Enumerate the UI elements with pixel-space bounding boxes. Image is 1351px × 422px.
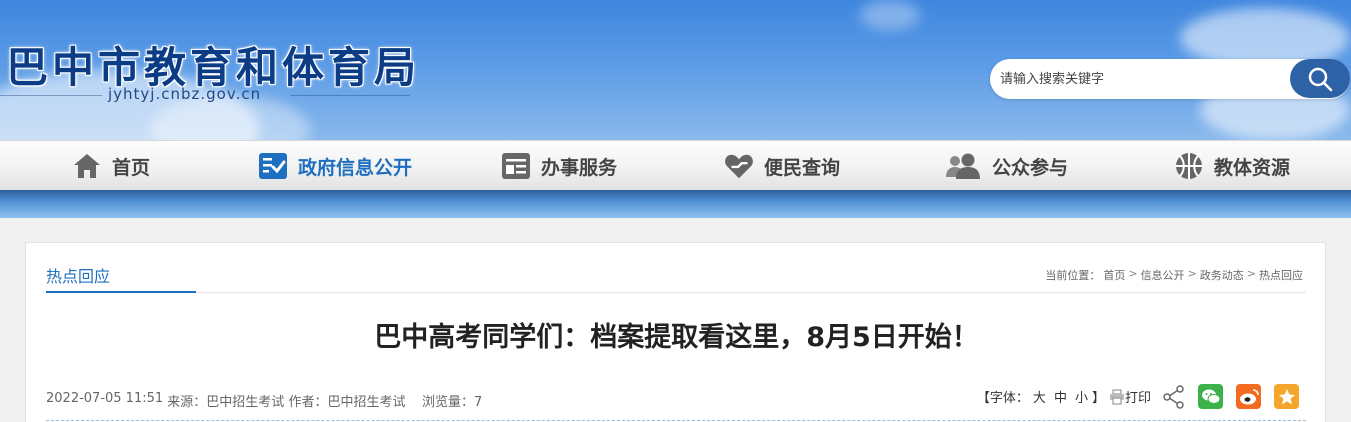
- weibo-share-button[interactable]: [1236, 384, 1261, 409]
- share-icon: [1163, 384, 1184, 409]
- font-size-label: 【字体：: [976, 391, 1029, 406]
- wechat-icon: [1201, 389, 1220, 404]
- article-title: 巴中高考同学们：档案提取看这里，8月5日开始！: [374, 322, 979, 353]
- nav-label: 办事服务: [541, 156, 618, 179]
- nav-item-gov-info[interactable]: 政府信息公开: [258, 141, 412, 191]
- article-source: 来源：巴中招生考试: [167, 395, 285, 410]
- breadcrumb-separator: >: [1128, 267, 1138, 280]
- font-size-close: 】: [1091, 391, 1105, 406]
- section-title[interactable]: 热点回应: [46, 263, 110, 287]
- nav-label: 教体资源: [1214, 156, 1291, 179]
- font-size-small[interactable]: 小: [1071, 387, 1092, 406]
- breadcrumb-prefix: 当前位置：: [1045, 269, 1101, 282]
- print-button[interactable]: 打印: [1109, 387, 1151, 406]
- breadcrumb-item[interactable]: 热点回应: [1259, 267, 1303, 283]
- checklist-icon: [258, 151, 288, 181]
- nav-item-home[interactable]: 首页: [72, 141, 150, 191]
- heart-hand-icon: [724, 151, 754, 181]
- nav-decoration-strip: [0, 190, 1351, 218]
- favorite-button[interactable]: [1274, 384, 1299, 409]
- nav-item-participation[interactable]: 公众参与: [946, 141, 1068, 191]
- article-panel: 热点回应 当前位置： 首页 > 信息公开 > 政务动态 > 热点回应 巴中高考同…: [25, 242, 1326, 422]
- divider: [290, 95, 410, 96]
- breadcrumb: 当前位置： 首页 > 信息公开 > 政务动态 > 热点回应: [1045, 267, 1303, 283]
- article-tools: 【字体： 大 中 小 】 打印: [977, 384, 1299, 409]
- font-size-medium[interactable]: 中: [1050, 387, 1071, 406]
- cloud-decoration: [860, 0, 920, 30]
- share-button[interactable]: [1163, 384, 1185, 409]
- breadcrumb-item[interactable]: 政务动态: [1200, 267, 1244, 283]
- site-domain: jyhtyj.cnbz.gov.cn: [108, 85, 262, 103]
- divider: [46, 420, 1306, 421]
- article-author: 作者：巴中招生考试: [288, 395, 406, 410]
- print-label: 打印: [1124, 391, 1151, 406]
- article-date: 2022-07-05 11:51: [46, 391, 164, 406]
- section-underline: [46, 291, 196, 293]
- site-banner: 巴中市教育和体育局 jyhtyj.cnbz.gov.cn: [0, 0, 1351, 140]
- ball-icon: [1174, 151, 1204, 181]
- search-icon: [1308, 67, 1333, 91]
- nav-label: 公众参与: [992, 156, 1069, 179]
- font-size-options: 大 中 小: [1029, 387, 1092, 406]
- weibo-icon: [1239, 388, 1259, 404]
- home-icon: [72, 151, 102, 181]
- breadcrumb-separator: >: [1246, 267, 1256, 280]
- nav-label: 便民查询: [764, 156, 841, 179]
- people-icon: [946, 151, 982, 181]
- font-size-large[interactable]: 大: [1029, 387, 1050, 406]
- search-button[interactable]: [1290, 59, 1350, 98]
- breadcrumb-item[interactable]: 首页: [1103, 267, 1125, 283]
- star-icon: [1278, 388, 1295, 404]
- breadcrumb-item[interactable]: 信息公开: [1141, 267, 1185, 283]
- nav-item-services[interactable]: 办事服务: [501, 141, 617, 191]
- article-meta: 2022-07-05 11:51 来源：巴中招生考试 作者：巴中招生考试 浏览量…: [46, 391, 482, 410]
- nav-item-public-query[interactable]: 便民查询: [724, 141, 840, 191]
- wechat-share-button[interactable]: [1198, 384, 1223, 409]
- divider: [0, 95, 102, 96]
- divider: [196, 292, 1306, 293]
- article-views: 浏览量：7: [422, 395, 483, 410]
- main-nav: 首页 政府信息公开 办事服务 便民查询 公众参与 教体资源: [0, 140, 1351, 190]
- printer-icon: [1109, 388, 1124, 405]
- breadcrumb-separator: >: [1187, 267, 1197, 280]
- search-input[interactable]: [1000, 59, 1280, 99]
- service-card-icon: [501, 151, 531, 181]
- nav-label: 政府信息公开: [298, 156, 413, 179]
- nav-item-resources[interactable]: 教体资源: [1174, 141, 1290, 191]
- nav-label: 首页: [112, 156, 151, 179]
